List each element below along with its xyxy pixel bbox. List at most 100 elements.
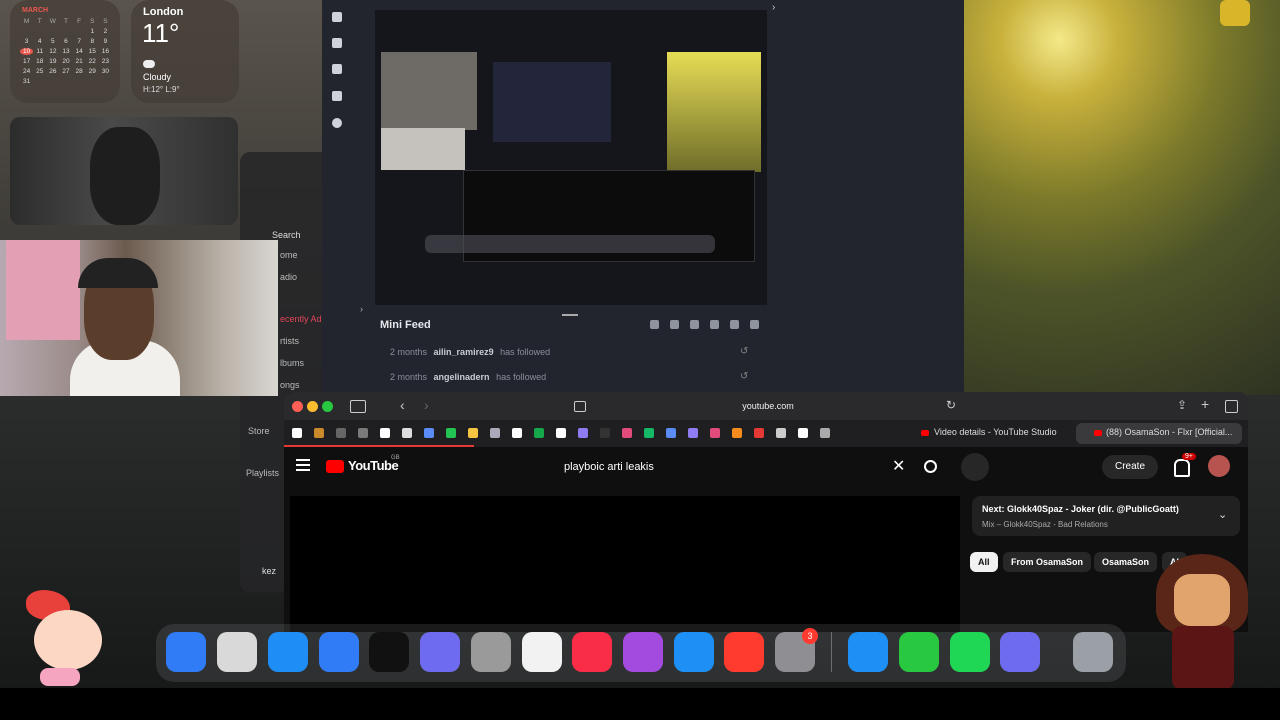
finder-icon[interactable] [166, 632, 206, 672]
clear-search-icon[interactable]: ✕ [892, 456, 905, 476]
favorite-icon[interactable] [578, 428, 588, 438]
tab-youtube-video[interactable]: (88) OsamaSon - Flxr [Official... [1106, 427, 1232, 437]
music-icon[interactable] [572, 632, 612, 672]
forward-icon[interactable]: › [424, 397, 429, 413]
cloud-icon [143, 60, 155, 68]
sticker-body [40, 668, 80, 686]
pause-icon[interactable] [690, 320, 699, 329]
contacts-icon[interactable] [471, 632, 511, 672]
favorite-icon[interactable] [622, 428, 632, 438]
favorite-icon[interactable] [292, 428, 302, 438]
favorite-icon[interactable] [446, 428, 456, 438]
calendar-day: 25 [36, 68, 44, 75]
favorite-icon[interactable] [402, 428, 412, 438]
create-button[interactable]: Create [1102, 455, 1158, 479]
record-icon[interactable] [332, 118, 342, 128]
favorite-icon[interactable] [490, 428, 500, 438]
minimize-button[interactable] [307, 401, 318, 412]
display-icon[interactable] [332, 91, 342, 101]
trash-icon[interactable] [332, 64, 342, 74]
create-label: Create [1114, 461, 1145, 472]
facetime-icon[interactable] [899, 632, 939, 672]
sidebar-icon[interactable] [350, 400, 366, 413]
favorite-icon[interactable] [336, 428, 346, 438]
reminders-icon[interactable] [522, 632, 562, 672]
favorite-icon[interactable] [380, 428, 390, 438]
quicktime-icon[interactable] [848, 632, 888, 672]
skip-icon[interactable] [710, 320, 719, 329]
bell-icon[interactable] [1174, 459, 1190, 477]
address-bar[interactable]: youtube.com [572, 396, 964, 416]
favorite-icon[interactable] [732, 428, 742, 438]
volume-icon[interactable] [750, 320, 759, 329]
folder-icon[interactable] [1220, 0, 1250, 26]
save-icon[interactable] [332, 12, 342, 22]
favorite-icon[interactable] [798, 428, 808, 438]
favorite-icon[interactable] [754, 428, 764, 438]
favorite-icon[interactable] [468, 428, 478, 438]
zoom-button[interactable] [322, 401, 333, 412]
shield-icon[interactable] [650, 320, 659, 329]
filter-icon[interactable] [670, 320, 679, 329]
avatar[interactable] [1208, 455, 1230, 477]
reload-icon[interactable]: ↻ [946, 398, 956, 412]
settings-icon[interactable] [730, 320, 739, 329]
youtube-logo-icon[interactable] [326, 460, 344, 473]
iphone-mirroring-icon[interactable] [420, 632, 460, 672]
mic-icon[interactable] [961, 453, 989, 481]
preview-widgets [381, 52, 477, 130]
favorite-icon[interactable] [710, 428, 720, 438]
favorite-icon[interactable] [776, 428, 786, 438]
mail-icon[interactable] [319, 632, 359, 672]
favorite-icon[interactable] [666, 428, 676, 438]
weather-widget[interactable]: London 11° Cloudy H:12° L:9° [131, 0, 239, 103]
favorite-icon[interactable] [688, 428, 698, 438]
favorite-icon[interactable] [820, 428, 830, 438]
calendar-widget[interactable]: MARCH M T W T F S S 1 2 3 4 5 6 7 8 9 10 11 12 13 14 15 16 17 18… [10, 0, 120, 103]
tools-icon[interactable] [332, 38, 342, 48]
favorite-icon[interactable] [534, 428, 544, 438]
stream-preview [375, 10, 767, 305]
trash-icon[interactable] [1073, 632, 1113, 672]
chip-all[interactable]: All [970, 552, 998, 572]
favorite-icon[interactable] [644, 428, 654, 438]
news-icon[interactable] [724, 632, 764, 672]
replay-icon[interactable]: ↺ [740, 371, 748, 382]
favorite-icon[interactable] [358, 428, 368, 438]
apple-tv-icon[interactable] [369, 632, 409, 672]
search-icon[interactable] [924, 460, 937, 473]
notes-app-icon[interactable] [1000, 632, 1040, 672]
messages-app-icon[interactable] [950, 632, 990, 672]
close-button[interactable] [292, 401, 303, 412]
favorite-icon[interactable] [512, 428, 522, 438]
favorite-icon[interactable] [314, 428, 324, 438]
favorite-icon[interactable] [424, 428, 434, 438]
chevron-down-icon[interactable]: ⌄ [1218, 508, 1227, 521]
calendar-day: 11 [36, 48, 44, 55]
chip-osamason[interactable]: OsamaSon [1094, 552, 1158, 572]
resize-handle[interactable] [562, 314, 578, 316]
tab-youtube-studio[interactable]: Video details - YouTube Studio [934, 427, 1057, 437]
tab-overview-icon[interactable] [1225, 400, 1238, 413]
chevron-right-icon[interactable]: › [360, 304, 363, 314]
next-video-card[interactable]: Next: Glokk40Spaz - Joker (dir. @PublicG… [972, 496, 1240, 536]
app-store-icon[interactable] [674, 632, 714, 672]
calendar-day: 12 [49, 48, 57, 55]
calendar-day: 10 [20, 48, 34, 55]
search-input[interactable]: playboic arti leakis [554, 452, 894, 482]
replay-icon[interactable]: ↺ [740, 346, 748, 357]
favorite-icon[interactable] [600, 428, 610, 438]
share-icon[interactable]: ⇪ [1177, 398, 1187, 412]
chip-from-osamason[interactable]: From OsamaSon [1003, 552, 1092, 572]
new-tab-icon[interactable]: + [1201, 396, 1209, 412]
menu-icon[interactable] [296, 459, 310, 461]
chevron-right-icon[interactable]: › [772, 2, 775, 13]
launchpad-icon[interactable] [217, 632, 257, 672]
weather-high-low: H:12° L:9° [143, 85, 180, 94]
favorite-icon[interactable] [556, 428, 566, 438]
calendar-weekday: S [103, 18, 108, 25]
back-icon[interactable]: ‹ [400, 397, 405, 413]
video-player[interactable] [290, 496, 960, 632]
podcasts-icon[interactable] [623, 632, 663, 672]
safari-icon[interactable] [268, 632, 308, 672]
